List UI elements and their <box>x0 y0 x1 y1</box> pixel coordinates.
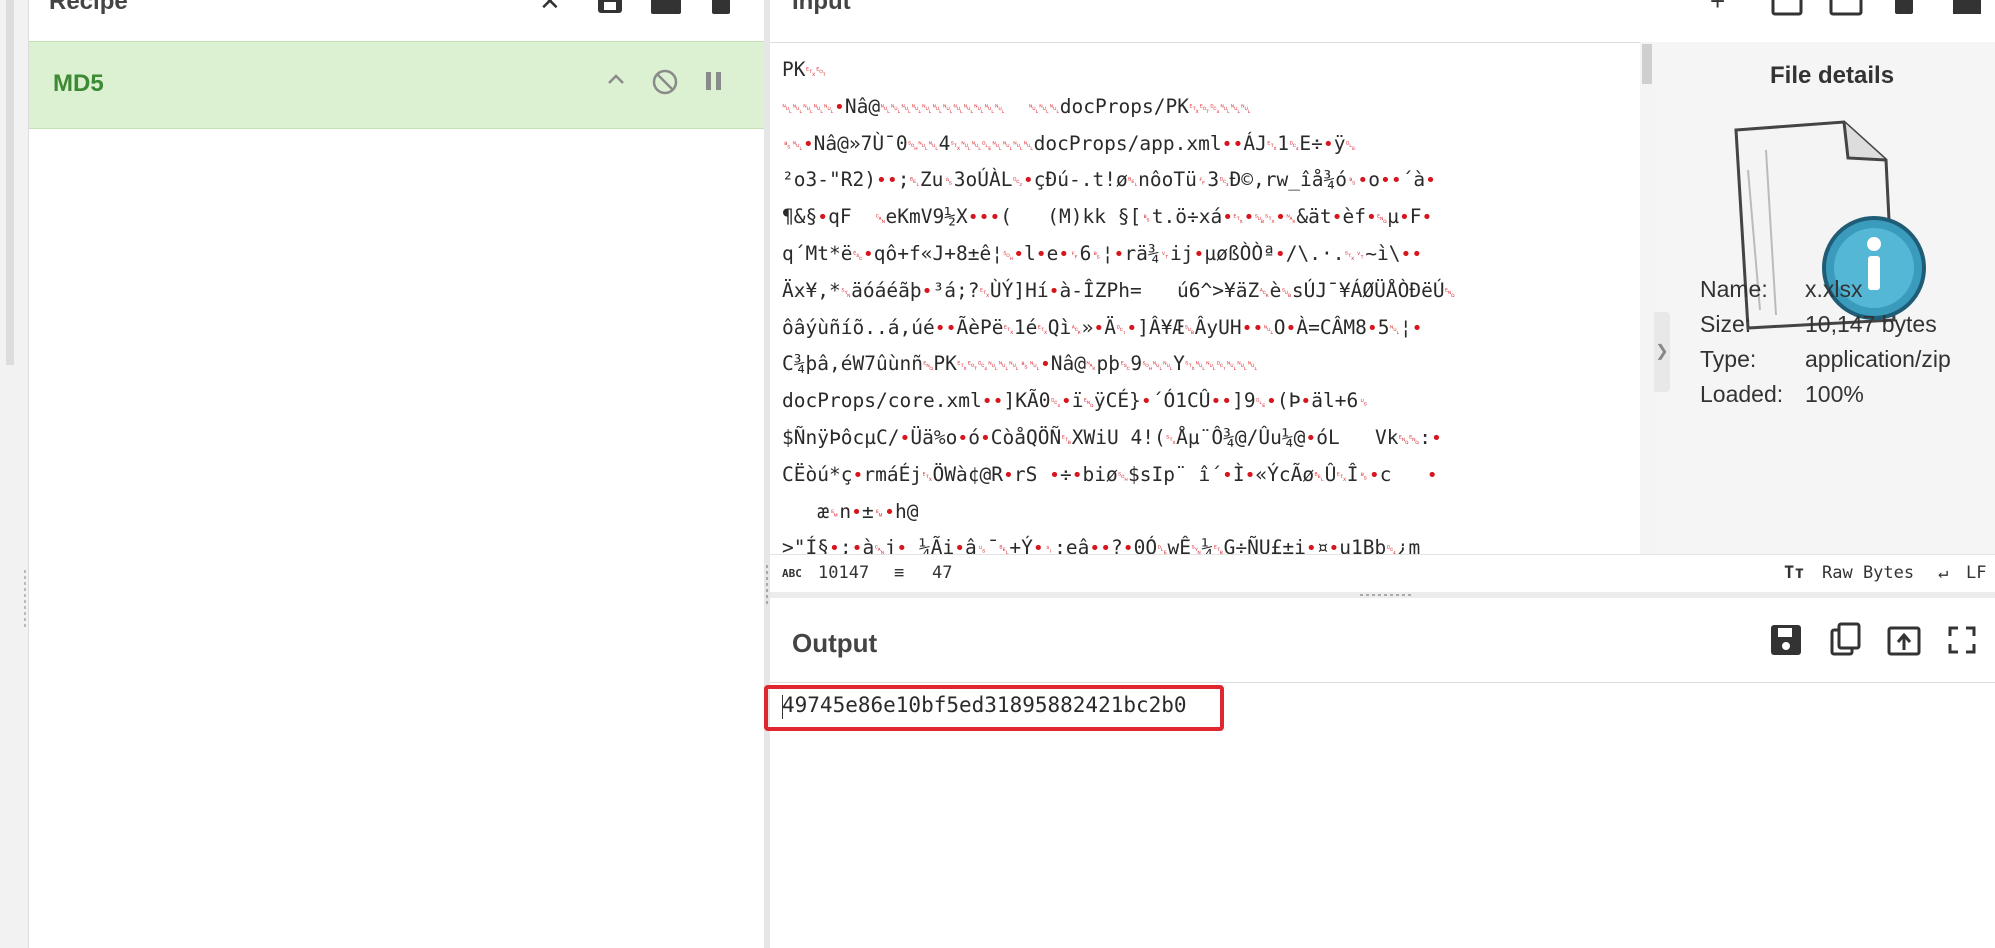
input-line: ␈␀•Nâ@»7Ù¯0␁␀␀4␂␀␀␐␀␀␀␀docProps/app.xml•… <box>782 131 1356 155</box>
fullscreen-icon[interactable] <box>1942 620 1982 660</box>
eol-icon: ↵ <box>1938 563 1949 583</box>
input-line: ¶&§•qF ␘eKmV9½X•••( (M)kk §[␈t.ö÷xá•␃•␚␂… <box>782 205 1433 229</box>
layout-icon[interactable] <box>1950 0 1984 22</box>
input-line: ²o3-"R2)••;␇Zu␝3oÚÀL␒•çĐú-.t!ø␇nôoTü␌3␓Đ… <box>782 168 1436 192</box>
input-text[interactable]: PK␃␄ ␀␀␀␀␀•Nâ@␀␀␀␀␀␀␀␀␀␀␀␀ ␀␀␀docProps/PK… <box>782 53 1628 555</box>
pause-icon[interactable] <box>703 68 725 101</box>
input-line: PK␃␄ <box>782 58 827 81</box>
input-header: Input + <box>770 0 1995 40</box>
output-title: Output <box>792 628 878 658</box>
input-line: CËòú*ç•rmáÉj␃ÖWà¢@R•rS •÷•biø␁$sIp¨ î´•Ì… <box>782 462 1438 486</box>
import-icon[interactable] <box>1828 0 1864 22</box>
input-line: >"Í§•;•à␘j• ¼Ãi•â␟¯␇+Ý•␏:eâ••?•0Ó␐wÊ␖¼␗G… <box>782 536 1421 555</box>
file-info-icon <box>1734 120 1926 330</box>
line-count-icon: ≡ <box>894 563 905 583</box>
input-scrollbar[interactable] <box>1640 42 1654 554</box>
open-folder-icon[interactable] <box>1770 0 1804 22</box>
copy-icon[interactable] <box>1826 620 1866 660</box>
trash-icon[interactable] <box>709 0 733 22</box>
add-icon[interactable]: + <box>1710 0 1725 16</box>
input-textarea[interactable]: PK␃␄ ␀␀␀␀␀•Nâ@␀␀␀␀␀␀␀␀␀␀␀␀ ␀␀␀docProps/PK… <box>770 42 1640 555</box>
chevron-up-icon[interactable] <box>605 68 627 97</box>
input-line: Äx¥,*␖äóáéãþ•³á;?␃ÙÝ]Hí•à-ÎZPh= ú6^>¥äZ␆… <box>782 278 1455 302</box>
input-line: C¾þâ,éW7ûùnñ␅PK␃␄␔␀␀␀␈␀•Nâ@␕pþ␛9␁␀␀Y␂␀␀␑… <box>782 352 1258 376</box>
input-line: $ÑnÿÞôcµC/•Üä%o•ó•CòåQÖÑ␗XWiU 4!(␂Åµ¨Ô¾@… <box>782 425 1442 449</box>
input-line: æ␙n•±␙•h@ <box>817 499 919 523</box>
input-line: docProps/core.xml••]KÃ0␔•ï␅ÿCÉ}•´Ó1CÛ••]… <box>782 389 1369 413</box>
input-title: Input <box>792 0 851 15</box>
file-details-pane: ❯ File details Name: x.xlsx Size: 10,147 b… <box>1654 42 1995 554</box>
collapse-file-details-button[interactable]: ❯ <box>1654 312 1670 392</box>
resize-grip[interactable] <box>766 565 768 605</box>
save-icon[interactable] <box>595 0 625 22</box>
left-scroll-gutter[interactable] <box>0 0 28 948</box>
disable-icon[interactable] <box>651 68 679 103</box>
input-line: ôâýùñíõ..á,úé••ÃèPë␃1é␃Qì␆»•Ä␑•]Â¥Æ␚ÂyUH… <box>782 315 1423 339</box>
recipe-panel: Recipe ✕ MD5 <box>28 0 765 948</box>
text-size-icon: Tт <box>1784 563 1805 583</box>
operation-name: MD5 <box>53 70 104 97</box>
resize-grip[interactable] <box>1360 594 1412 596</box>
recipe-operation-md5[interactable]: MD5 <box>29 41 765 129</box>
left-scrollbar-thumb[interactable] <box>6 0 14 365</box>
trash-icon[interactable] <box>1892 0 1916 22</box>
save-icon[interactable] <box>1766 620 1806 660</box>
file-detail-size: Size: 10,147 bytes <box>1700 311 1937 337</box>
resize-grip[interactable] <box>24 570 26 630</box>
output-textarea[interactable]: 49745e86e10bf5ed31895882421bc2b0 <box>770 683 1995 948</box>
close-icon[interactable]: ✕ <box>539 0 561 16</box>
encoding-selector[interactable]: Raw Bytes <box>1822 563 1914 583</box>
output-header: Output <box>770 598 1995 683</box>
file-detail-type: Type: application/zip <box>1700 346 1951 372</box>
file-details-title: File details <box>1770 62 1895 89</box>
output-hash-value[interactable]: 49745e86e10bf5ed31895882421bc2b0 <box>782 693 1187 717</box>
recipe-title: Recipe <box>49 0 128 15</box>
input-status-bar: ABC 10147 ≡ 47 Tт Raw Bytes ↵ LF <box>770 554 1995 593</box>
file-detail-loaded: Loaded: 100% <box>1700 381 1864 407</box>
char-count-label: ABC <box>782 567 802 580</box>
input-scrollbar-thumb[interactable] <box>1642 44 1652 84</box>
folder-icon[interactable] <box>649 0 683 22</box>
input-line: ␀␀␀␀␀•Nâ@␀␀␀␀␀␀␀␀␀␀␀␀ ␀␀␀docProps/PK␃␄␔␀… <box>782 94 1252 118</box>
eol-selector[interactable]: LF <box>1966 563 1986 583</box>
char-count: 10147 <box>818 563 870 583</box>
replace-input-icon[interactable] <box>1884 620 1924 660</box>
line-count: 47 <box>932 563 953 583</box>
file-detail-name: Name: x.xlsx <box>1700 276 1863 302</box>
recipe-header: Recipe ✕ <box>29 0 765 40</box>
text-caret <box>782 695 783 719</box>
input-line: q´Mt*ë␛•qô+f«J+8±ê¦␁•l•e•␌6␈¦•rä¾␋ij•µøß… <box>782 241 1423 265</box>
